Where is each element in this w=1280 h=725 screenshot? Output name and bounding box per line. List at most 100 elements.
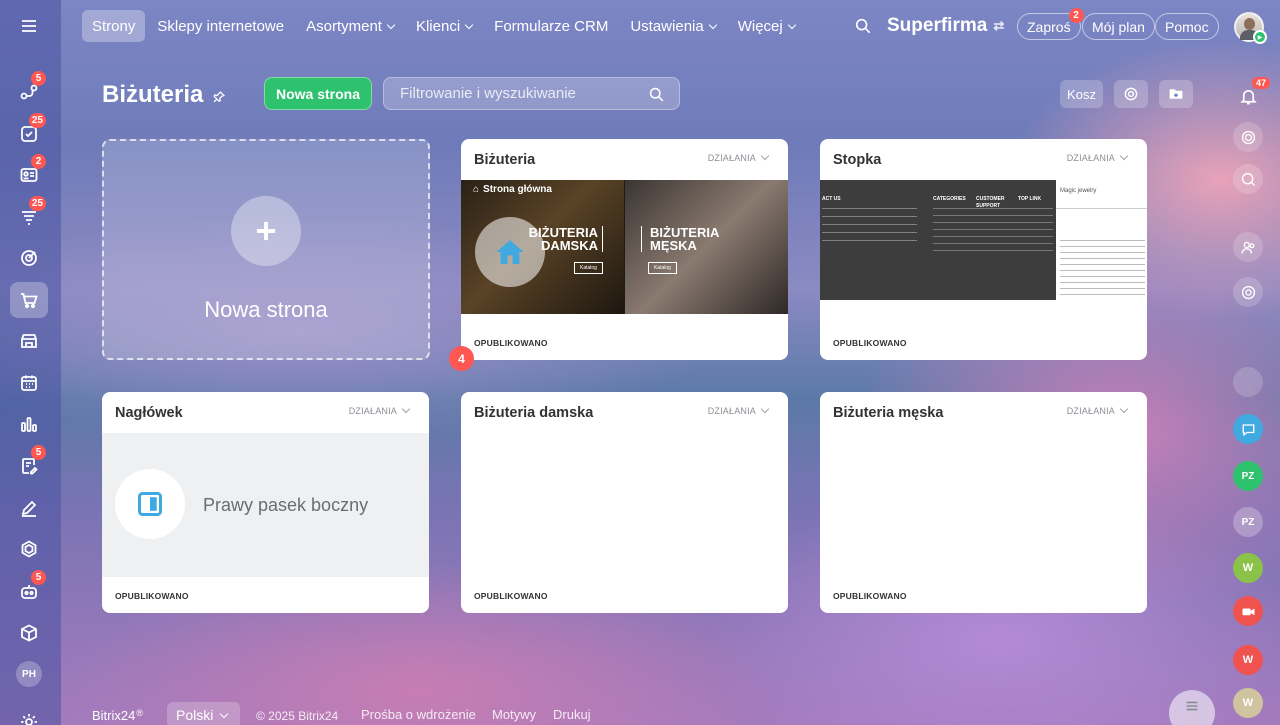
home-icon [496, 240, 524, 264]
footer-implementation-link[interactable]: Prośba o wdrożenie [361, 707, 476, 722]
search-icon[interactable] [854, 17, 872, 35]
documents-badge: 5 [31, 445, 46, 460]
video-call-button[interactable] [1233, 596, 1263, 626]
radar-button[interactable] [1233, 122, 1263, 152]
nav-item-klienci[interactable]: Klienci [406, 10, 482, 42]
my-plan-button[interactable]: Mój plan [1082, 13, 1155, 40]
invite-button[interactable]: Zaproś 2 [1017, 8, 1084, 40]
menu-icon[interactable] [10, 8, 48, 44]
footer-themes-link[interactable]: Motywy [492, 707, 536, 722]
checklist-badge: 25 [28, 113, 46, 128]
page-card-stopka[interactable]: Stopka DZIAŁANIA ACT US CATEGORIES CUSTO… [820, 139, 1147, 360]
chevron-down-icon [708, 20, 717, 29]
page-card-bizuteria-meska[interactable]: Biżuteria męska DZIAŁANIA OPUBLIKOWANO [820, 392, 1147, 613]
page-card-bizuteria-damska[interactable]: Biżuteria damska DZIAŁANIA OPUBLIKOWANO [461, 392, 788, 613]
sidebar-item-shop[interactable] [10, 282, 48, 318]
nav-item-asortyment[interactable]: Asortyment [296, 10, 404, 42]
actions-label: DZIAŁANIA [1066, 153, 1115, 163]
banner-right-button: Katalog [648, 262, 677, 274]
new-folder-button[interactable] [1159, 80, 1193, 108]
pen-icon [21, 500, 37, 517]
sidebar-item-sign[interactable] [10, 490, 48, 526]
sidebar-item-calendar[interactable] [10, 365, 48, 401]
card-status: OPUBLIKOWANO [833, 338, 907, 348]
card-preview-right: Magic jewelry [1056, 180, 1147, 300]
sidebar-item-box[interactable] [10, 615, 48, 651]
rail-avatar[interactable]: PZ [1233, 461, 1263, 491]
nav-item-formularze[interactable]: Formularze CRM [484, 10, 618, 42]
settings-button[interactable] [1114, 80, 1148, 108]
spiral-button[interactable] [1233, 277, 1263, 307]
notifications-button[interactable]: 47 [1232, 77, 1270, 112]
card-actions-dropdown[interactable]: DZIAŁANIA [707, 151, 770, 163]
nav-item-wiecej[interactable]: Więcej [728, 10, 805, 42]
card-actions-dropdown[interactable]: DZIAŁANIA [1067, 404, 1129, 416]
footer-print-link[interactable]: Drukuj [553, 707, 591, 722]
card-preview: ⌂ Strona główna BIŻUTERIA DAMSKA BIŻUTERI… [461, 180, 788, 314]
page-card-bizuteria[interactable]: Biżuteria DZIAŁANIA ⌂ Strona główna BIŻUT… [461, 139, 788, 360]
left-sidebar: 5 25 2 25 5 5 PH [0, 0, 61, 725]
chevron-down-icon [1119, 151, 1129, 161]
footer-copyright: © 2025 Bitrix24 [256, 709, 339, 723]
spiral-icon [1241, 285, 1255, 299]
sidebar-item-contacts[interactable]: 2 [10, 154, 48, 193]
rail-avatar[interactable]: PZ [1233, 507, 1263, 537]
trash-button[interactable]: Kosz [1060, 80, 1103, 108]
chat-search-icon [1241, 172, 1255, 186]
sidebar-item-market[interactable] [10, 531, 48, 567]
storefront-icon [21, 334, 37, 348]
counter-badge[interactable]: 4 [449, 346, 474, 371]
sidebar-item-checklist[interactable]: 25 [10, 113, 48, 152]
nav-item-ustawienia[interactable]: Ustawienia [620, 10, 725, 42]
sidebar-item-goals[interactable] [10, 240, 48, 276]
nav-label: Asortyment [306, 17, 382, 35]
invite-label: Zaproś [1027, 18, 1071, 35]
bell-icon [1239, 89, 1257, 104]
new-page-button[interactable]: Nowa strona [264, 77, 372, 110]
contacts-badge: 2 [31, 154, 46, 169]
card-actions-dropdown[interactable]: DZIAŁANIA [708, 404, 770, 416]
search-input[interactable]: Filtrowanie i wyszukiwanie [383, 77, 680, 110]
plus-icon [231, 196, 301, 266]
rail-avatar-photo[interactable] [1233, 367, 1263, 397]
nav-item-sklepy[interactable]: Sklepy internetowe [147, 10, 294, 42]
sidebar-item-tasks[interactable]: 5 [10, 71, 48, 110]
card-status: OPUBLIKOWANO [474, 591, 548, 601]
group-button[interactable] [1233, 232, 1263, 262]
sidebar-item-documents[interactable]: 5 [10, 445, 48, 484]
copilot-chat-button[interactable] [1233, 164, 1263, 194]
pin-icon[interactable] [212, 90, 226, 104]
card-title: Biżuteria [474, 152, 536, 168]
company-name[interactable]: Superfirma ⇄ [887, 15, 1004, 37]
calendar-icon [21, 375, 37, 391]
page-card-naglowek[interactable]: Nagłówek DZIAŁANIA Prawy pasek boczny OP… [102, 392, 429, 613]
open-channel-button[interactable] [1233, 414, 1263, 444]
preview-divider [1056, 208, 1147, 209]
sidebar-item-store[interactable] [10, 323, 48, 359]
rail-avatar[interactable]: W [1233, 688, 1263, 718]
preview-text-lines [1060, 240, 1145, 296]
card-actions-dropdown[interactable]: DZIAŁANIA [1066, 151, 1129, 163]
sidebar-item-analytics[interactable] [10, 406, 48, 442]
new-page-tile[interactable]: Nowa strona [102, 139, 430, 360]
messenger-fab[interactable] [1169, 690, 1215, 725]
search-icon[interactable] [648, 86, 665, 103]
rail-avatar[interactable]: W [1233, 553, 1263, 583]
feed-badge: 25 [28, 196, 46, 211]
sidebar-item-feed[interactable]: 25 [10, 196, 48, 235]
avatar-initials: PH [16, 661, 42, 687]
top-bar: Strony Sklepy internetowe Asortyment Kli… [61, 0, 1280, 54]
user-avatar[interactable]: ▶ [1234, 12, 1267, 44]
help-button[interactable]: Pomoc [1155, 13, 1219, 40]
nav-item-strony[interactable]: Strony [82, 10, 146, 42]
actions-label: DZIAŁANIA [707, 153, 756, 163]
card-actions-dropdown[interactable]: DZIAŁANIA [349, 404, 411, 416]
tasks-badge: 5 [31, 71, 46, 86]
language-select[interactable]: Polski [167, 702, 240, 725]
preview-brand: Magic jewelry [1060, 188, 1097, 194]
rail-avatar[interactable]: W [1233, 645, 1263, 675]
sidebar-avatar[interactable]: PH [10, 656, 48, 692]
card-status: OPUBLIKOWANO [833, 591, 907, 601]
sidebar-item-copilot[interactable]: 5 [10, 570, 48, 609]
settings-gear-icon[interactable] [10, 704, 48, 725]
